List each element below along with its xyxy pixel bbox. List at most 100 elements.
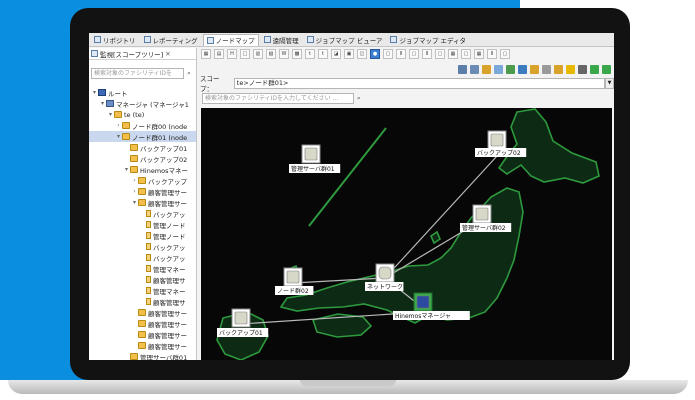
view-tab-button[interactable]: ▦ <box>201 49 211 59</box>
expand-icon[interactable]: ▾ <box>123 166 130 173</box>
tree-item[interactable]: 顧客管理サ <box>89 296 196 307</box>
view-tab-button[interactable]: ▦ <box>474 49 484 59</box>
tree-item[interactable]: › 顧客管理サー <box>89 186 196 197</box>
tree-item[interactable]: › バックアップ <box>89 175 196 186</box>
view-tab-button[interactable]: ▧ <box>266 49 276 59</box>
toolbar-icon[interactable] <box>590 64 599 74</box>
tree-item-label: 管理サーバ群01 <box>140 353 188 361</box>
toolbar-icon[interactable] <box>494 64 503 74</box>
toolbar-icon[interactable] <box>566 64 575 74</box>
expand-icon[interactable]: › <box>115 122 122 129</box>
map-search-input[interactable]: 検索対象のファシリティIDを入力してください ... <box>202 93 354 104</box>
toolbar-icon[interactable] <box>458 64 467 74</box>
toolbar-icon[interactable] <box>506 64 515 74</box>
tree-item[interactable]: 管理ノード <box>89 230 196 241</box>
expand-icon[interactable]: ▾ <box>91 89 98 96</box>
tree-item-label: 顧客管理サー <box>148 342 187 351</box>
tab-5[interactable]: ジョブマップ エディタ <box>387 34 469 46</box>
tree-item[interactable]: ▾ te (te) <box>89 109 196 120</box>
search-icon[interactable]: ⌕ <box>184 69 194 78</box>
tree-item[interactable]: 管理ノード <box>89 219 196 230</box>
view-tab-button[interactable]: t <box>305 49 315 59</box>
expand-icon[interactable]: ▾ <box>131 199 138 206</box>
tree-item[interactable]: ▾ Hinemosマネー <box>89 164 196 175</box>
view-tab-button[interactable]: Ⅱ <box>487 49 497 59</box>
expand-icon[interactable]: ▾ <box>107 111 114 118</box>
expand-icon[interactable]: › <box>131 188 138 195</box>
tree-item[interactable]: 顧客管理サー <box>89 318 196 329</box>
tree-item[interactable]: バックアッ <box>89 241 196 252</box>
tree-item[interactable]: バックアッ <box>89 208 196 219</box>
view-tab-button[interactable]: ▢ <box>435 49 445 59</box>
tree-search-input[interactable]: 検索対象のファシリティIDを <box>91 68 184 79</box>
node-label: 管理サーバ群01 <box>291 165 335 173</box>
view-tab-button[interactable]: Ⅱ <box>422 49 432 59</box>
view-tab-button[interactable]: □ <box>240 49 250 59</box>
tree-item[interactable]: バックアップ01 <box>89 142 196 153</box>
tree-item[interactable]: バックアップ02 <box>89 153 196 164</box>
laptop-notch <box>300 380 396 386</box>
view-tab-button[interactable]: Ⅱ <box>396 49 406 59</box>
tree-item-label: 顧客管理サー <box>148 309 187 318</box>
tab-2[interactable]: ノードマップ <box>202 33 259 46</box>
tree-item[interactable]: ▾ 顧客管理サー <box>89 197 196 208</box>
view-tab-button[interactable]: ▥ <box>253 49 263 59</box>
close-icon[interactable]: ✕ <box>165 50 170 58</box>
view-tab-button[interactable]: ▣ <box>344 49 354 59</box>
node-glyph <box>378 266 392 280</box>
toolbar-icon[interactable] <box>554 64 563 74</box>
expand-icon[interactable]: › <box>131 177 138 184</box>
tree-item[interactable]: ▾ マネージャ (マネージャ1 <box>89 98 196 109</box>
view-tab-button[interactable]: ▢ <box>409 49 419 59</box>
node-map-canvas[interactable]: 管理サーバ群01 バックアップ02 管理サーバ群02 ネットワーク ノード群02 バックア… <box>201 108 612 360</box>
view-tab-button[interactable]: ▢ <box>500 49 510 59</box>
view-tab-button[interactable]: t <box>318 49 328 59</box>
expand-icon[interactable]: ▾ <box>99 100 106 107</box>
view-tab-button[interactable]: ▢ <box>383 49 393 59</box>
tree-item[interactable]: 顧客管理サ <box>89 274 196 285</box>
toolbar-icon[interactable] <box>530 64 539 74</box>
tree-item[interactable]: 管理マネー <box>89 263 196 274</box>
view-tab-button[interactable]: ▦ <box>448 49 458 59</box>
view-tab-button[interactable]: ◪ <box>331 49 341 59</box>
node-label: ノード群02 <box>277 287 309 295</box>
view-tab-button[interactable]: ◫ <box>357 49 367 59</box>
view-tab-button[interactable]: H <box>227 49 237 59</box>
tree-item[interactable]: 顧客管理サー <box>89 307 196 318</box>
toolbar-icon[interactable] <box>578 64 587 74</box>
toolbar-icon[interactable] <box>602 64 611 74</box>
expand-icon[interactable]: ▾ <box>115 133 122 140</box>
scope-tree: ▾ ルート ▾ マネージャ (マネージャ1 ▾ te (te) › ノード群00 (node ▾… <box>89 82 196 360</box>
tree-item[interactable]: 管理マネー <box>89 285 196 296</box>
tab-1[interactable]: レポーティング <box>141 34 201 46</box>
tab-0[interactable]: リポジトリ <box>91 34 139 46</box>
tree-item[interactable]: バックアッ <box>89 252 196 263</box>
tree-item[interactable]: ▾ ルート <box>89 87 196 98</box>
map-node[interactable]: 管理サーバ群01 <box>289 144 341 173</box>
search-icon[interactable]: ⌕ <box>357 94 361 103</box>
toolbar-icon[interactable] <box>518 64 527 74</box>
toolbar-icon[interactable] <box>482 64 491 74</box>
view-tab-button[interactable]: ▤ <box>214 49 224 59</box>
scope-tree-view-title[interactable]: 監視[スコープツリー] ✕ <box>89 48 196 60</box>
tree-item[interactable]: 顧客管理サー <box>89 329 196 340</box>
tab-icon <box>390 36 398 43</box>
tab-4[interactable]: ジョブマップ ビューア <box>304 34 386 46</box>
tree-item[interactable]: 顧客管理サー <box>89 340 196 351</box>
tree-item[interactable]: 管理サーバ群01 <box>89 351 196 360</box>
view-tab-button[interactable]: ▢ <box>461 49 471 59</box>
tree-item[interactable]: › ノード群00 (node <box>89 120 196 131</box>
view-tab-strip: ▦ ▤ H □ ▥ ▧ W ▩ t t ◪ ▣ ◫ ● ▢ Ⅱ ▢ Ⅱ ▢ ▦ ▢ ▦ Ⅱ ▢ <box>199 48 614 60</box>
toolbar-icon[interactable] <box>542 64 551 74</box>
chevron-down-icon[interactable]: ▼ <box>605 77 614 89</box>
view-tab-button[interactable]: W <box>279 49 289 59</box>
node-icon <box>146 276 151 283</box>
tree-item[interactable]: ▾ ノード群01 (node <box>89 131 196 142</box>
scope-select[interactable]: te>ノード群01> <box>233 77 606 89</box>
view-tab-button[interactable]: ▩ <box>292 49 302 59</box>
toolbar-icon[interactable] <box>470 64 479 74</box>
map-node[interactable]: ノード群02 <box>275 267 314 295</box>
view-tab-button[interactable]: ● <box>370 49 380 59</box>
tab-3[interactable]: 遠隔管理 <box>261 34 302 46</box>
tree-item-label: 顧客管理サー <box>148 199 187 208</box>
